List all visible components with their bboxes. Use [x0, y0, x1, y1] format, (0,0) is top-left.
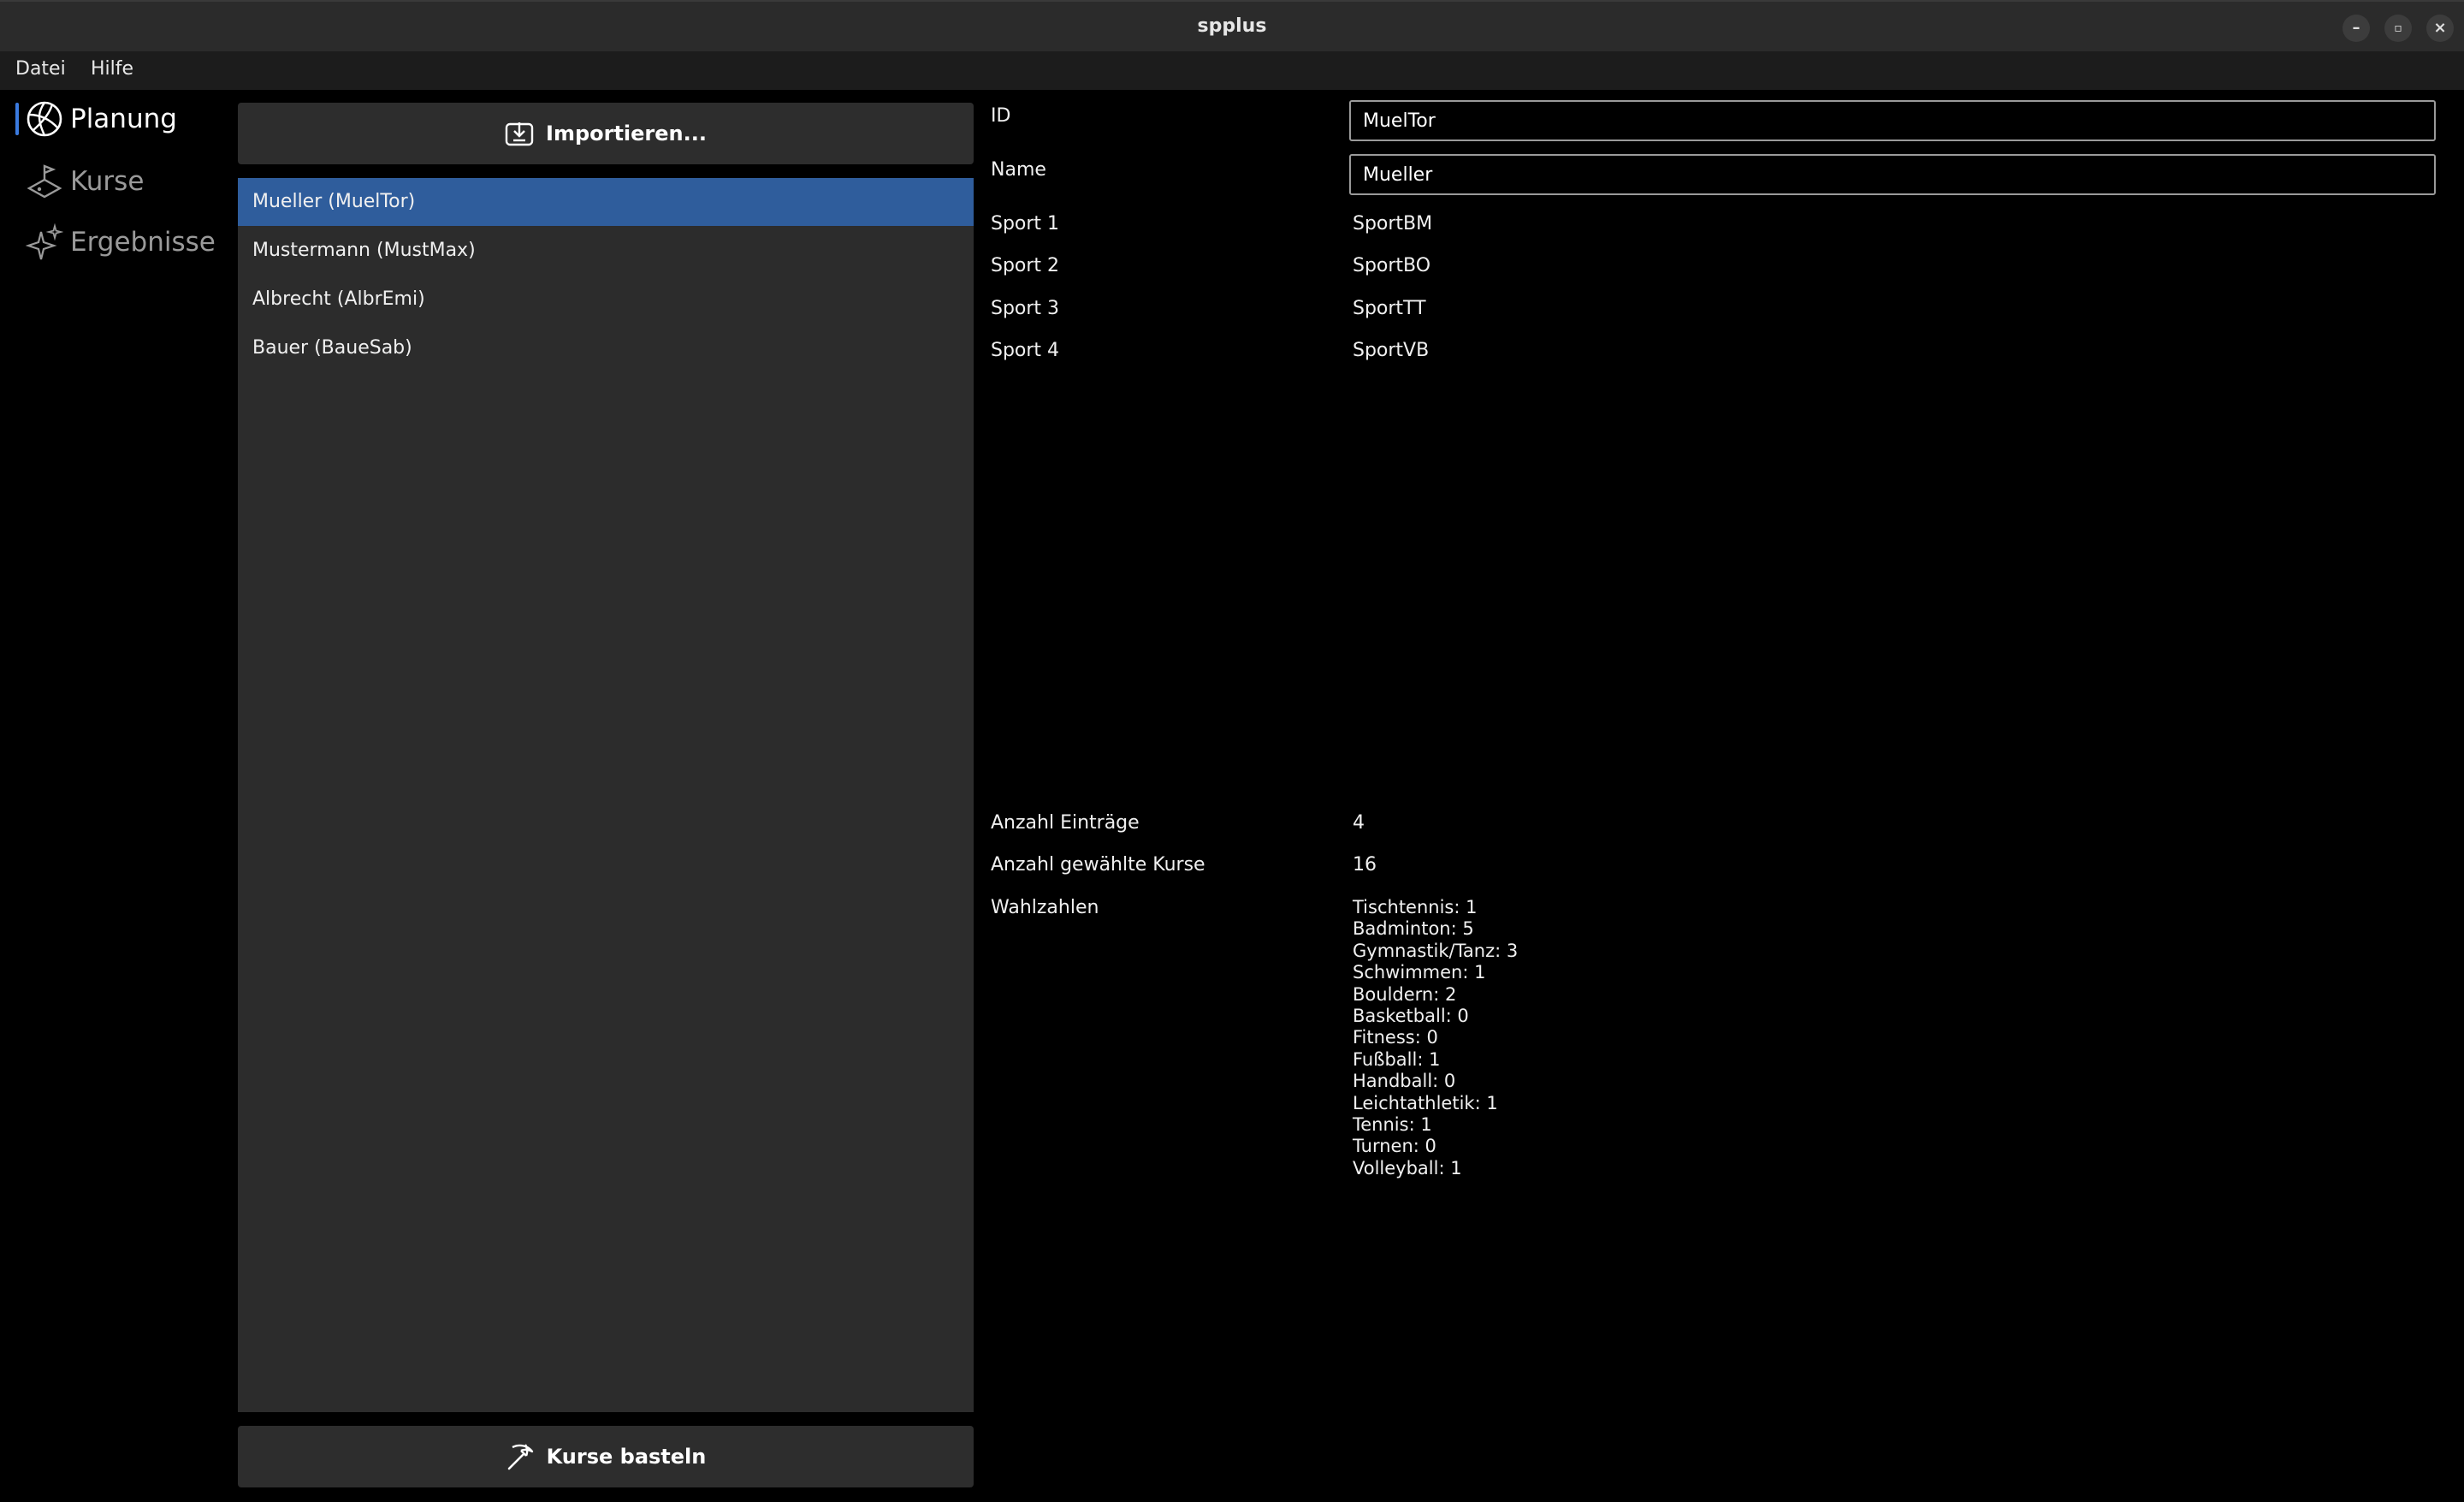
sport-3-label: Sport 3: [991, 298, 1060, 319]
wahlzahl-item: Bouldern: 2: [1353, 983, 1457, 1005]
sidebar-item-label: Ergebnisse: [70, 227, 216, 258]
import-button[interactable]: Importieren...: [238, 103, 974, 164]
wahlzahlen-list: Tischtennis: 1 Badminton: 5 Gymnastik/Ta…: [1353, 897, 1518, 1179]
build-courses-label: Kurse basteln: [546, 1445, 707, 1469]
minimize-icon[interactable]: –: [2343, 15, 2370, 42]
window-title: spplus: [1197, 15, 1267, 37]
close-icon[interactable]: ×: [2426, 15, 2454, 42]
sport-4-value: SportVB: [1353, 340, 1430, 361]
sidebar-item-ergebnisse[interactable]: Ergebnisse: [26, 220, 216, 264]
wahlzahl-item: Tischtennis: 1: [1353, 897, 1478, 917]
menu-hilfe[interactable]: Hilfe: [91, 58, 133, 80]
wahlzahl-item: Badminton: 5: [1353, 918, 1474, 940]
build-courses-button[interactable]: Kurse basteln: [238, 1426, 974, 1487]
sidebar-item-label: Kurse: [70, 166, 145, 197]
import-button-label: Importieren...: [546, 122, 707, 145]
courses-label: Anzahl gewählte Kurse: [991, 854, 1205, 876]
wahlzahl-item: Basketball: 0: [1353, 1006, 1469, 1027]
sparkles-icon: [26, 223, 63, 260]
import-icon: [505, 122, 534, 146]
id-field[interactable]: [1349, 100, 2436, 141]
entries-label: Anzahl Einträge: [991, 812, 1140, 834]
wahlzahl-item: Leichtathletik: 1: [1353, 1092, 1498, 1113]
sport-4-label: Sport 4: [991, 340, 1060, 361]
sport-2-label: Sport 2: [991, 255, 1060, 276]
menu-datei[interactable]: Datei: [15, 58, 66, 80]
list-item[interactable]: Bauer (BaueSab): [238, 324, 974, 372]
active-nav-indicator: [15, 103, 19, 135]
list-item[interactable]: Albrecht (AlbrEmi): [238, 276, 974, 324]
list-item[interactable]: Mustermann (MustMax): [238, 227, 974, 275]
title-bar: spplus – ▫ ×: [0, 0, 2464, 51]
field-icon: [27, 164, 62, 199]
maximize-icon[interactable]: ▫: [2384, 15, 2412, 42]
courses-value: 16: [1353, 854, 1377, 876]
wahlzahl-item: Fitness: 0: [1353, 1027, 1438, 1048]
wahlzahl-item: Handball: 0: [1353, 1071, 1456, 1092]
sport-2-value: SportBO: [1353, 255, 1431, 276]
sport-1-value: SportBM: [1353, 213, 1433, 235]
name-field[interactable]: [1349, 154, 2436, 195]
list-item[interactable]: Mueller (MuelTor): [238, 178, 974, 226]
student-list: Mueller (MuelTor) Mustermann (MustMax) A…: [238, 178, 974, 1412]
wahlzahl-item: Turnen: 0: [1353, 1136, 1436, 1157]
sidebar-item-label: Planung: [70, 104, 177, 134]
wahlzahl-item: Gymnastik/Tanz: 3: [1353, 940, 1519, 961]
wahlzahl-item: Tennis: 1: [1353, 1114, 1432, 1136]
entries-value: 4: [1353, 812, 1365, 834]
menu-bar: Datei Hilfe: [0, 51, 2464, 90]
pickaxe-icon: [507, 1444, 533, 1470]
wahlzahl-item: Schwimmen: 1: [1353, 962, 1486, 983]
sport-1-label: Sport 1: [991, 213, 1060, 235]
wahlzahl-item: Volleyball: 1: [1353, 1157, 1462, 1178]
volleyball-icon: [27, 101, 62, 137]
name-label: Name: [991, 159, 1046, 181]
sport-3-value: SportTT: [1353, 298, 1426, 319]
sidebar-item-planung[interactable]: Planung: [26, 97, 177, 141]
wahlzahlen-label: Wahlzahlen: [991, 897, 1099, 918]
id-label: ID: [991, 105, 1011, 127]
sidebar-item-kurse[interactable]: Kurse: [26, 159, 144, 204]
wahlzahl-item: Fußball: 1: [1353, 1048, 1441, 1070]
